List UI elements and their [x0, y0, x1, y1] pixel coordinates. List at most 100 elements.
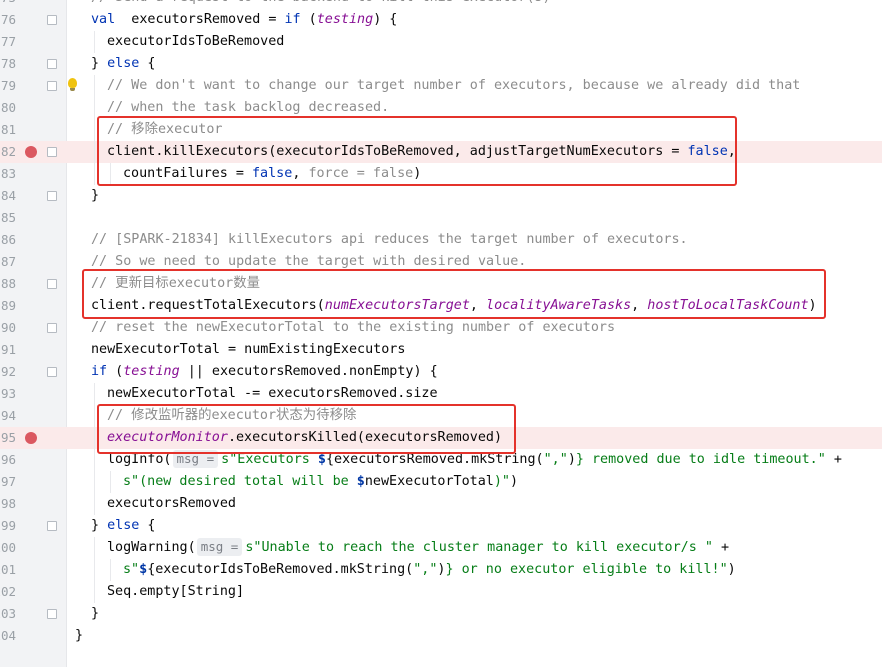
line-number: 83 — [0, 166, 16, 181]
indent-guide — [94, 405, 95, 427]
parameter-hint: msg = — [196, 538, 243, 556]
code-line[interactable]: 91 newExecutorTotal = numExistingExecutor… — [0, 339, 882, 361]
code-line[interactable]: 97 s"(new desired total will be $newExecu… — [0, 471, 882, 493]
code-token: )" — [493, 474, 510, 489]
code-token: ( — [300, 12, 317, 27]
code-token: || executorsRemoved.nonEmpty) { — [179, 364, 438, 379]
code-token: val — [91, 12, 116, 27]
code-line[interactable]: 86 // [SPARK-21834] killExecutors api red… — [0, 229, 882, 251]
fold-marker-icon[interactable] — [47, 59, 57, 69]
code-token: executorsRemoved — [107, 496, 236, 511]
indent-guide — [94, 581, 95, 603]
code-line[interactable]: 85 — [0, 207, 882, 229]
fold-marker-icon[interactable] — [47, 81, 57, 91]
line-number: 84 — [0, 188, 16, 203]
code-token: if — [91, 364, 108, 379]
code-editor[interactable]: 75 // Send a request to the backend to ki… — [0, 0, 882, 667]
code-line[interactable]: 98 executorsRemoved — [0, 493, 882, 515]
code-token: ) — [567, 452, 576, 467]
code-line[interactable]: 75 // Send a request to the backend to ki… — [0, 0, 882, 9]
code-token: + — [825, 452, 842, 467]
code-line[interactable]: 92 if (testing || executorsRemoved.nonEmp… — [0, 361, 882, 383]
fold-marker-icon[interactable] — [47, 323, 57, 333]
code-token: // [SPARK-21834] killExecutors api reduc… — [91, 232, 688, 247]
code-token: { — [139, 518, 156, 533]
code-text: } — [75, 625, 83, 647]
code-token: testing — [316, 12, 374, 27]
line-number: 103 — [0, 606, 16, 621]
indent-guide — [94, 97, 95, 119]
line-number: 87 — [0, 254, 16, 269]
fold-marker-icon[interactable] — [47, 147, 57, 157]
fold-marker-icon[interactable] — [47, 279, 57, 289]
line-number: 89 — [0, 298, 16, 313]
code-text: if (testing || executorsRemoved.nonEmpty… — [91, 361, 438, 383]
code-line[interactable]: 100 logWarning(msg =s"Unable to reach the… — [0, 537, 882, 559]
line-number: 78 — [0, 56, 16, 71]
indent-guide — [94, 559, 95, 581]
code-token: } — [75, 628, 84, 643]
code-token: if — [284, 12, 301, 27]
line-number: 100 — [0, 540, 16, 555]
code-line[interactable]: 99 } else { — [0, 515, 882, 537]
code-line[interactable]: 76 val executorsRemoved = if (testing) { — [0, 9, 882, 31]
code-text: executorIdsToBeRemoved — [107, 31, 284, 53]
code-token: } or no executor eligible to kill!" — [445, 562, 728, 577]
indent-guide — [94, 383, 95, 405]
line-number: 92 — [0, 364, 16, 379]
indent-guide — [94, 427, 95, 449]
code-token: {executorsRemoved.mkString( — [325, 452, 544, 467]
line-number: 75 — [0, 0, 16, 9]
code-token: newExecutorTotal -= executorsRemoved.siz… — [107, 386, 438, 401]
indent-guide — [94, 471, 95, 493]
line-number: 98 — [0, 496, 16, 511]
code-token: } — [91, 606, 100, 621]
code-token: $ — [356, 474, 365, 489]
code-line[interactable]: 78 } else { — [0, 53, 882, 75]
indent-guide — [94, 141, 95, 163]
code-token: // We don't want to change our target nu… — [107, 78, 801, 93]
code-line[interactable]: 93 newExecutorTotal -= executorsRemoved.s… — [0, 383, 882, 405]
code-line[interactable]: 90 // reset the newExecutorTotal to the e… — [0, 317, 882, 339]
lightbulb-icon[interactable] — [68, 78, 77, 91]
code-text: // reset the newExecutorTotal to the exi… — [91, 317, 615, 339]
line-number: 90 — [0, 320, 16, 335]
line-number: 82 — [0, 144, 16, 159]
code-token: ( — [107, 364, 124, 379]
indent-guide — [94, 75, 95, 97]
code-line[interactable]: 79 // We don't want to change our target … — [0, 75, 882, 97]
code-line[interactable]: 84} — [0, 185, 882, 207]
fold-marker-icon[interactable] — [47, 609, 57, 619]
code-comment: // Send a request to the backend to kill… — [91, 0, 551, 9]
fold-marker-icon[interactable] — [47, 15, 57, 25]
fold-marker-icon[interactable] — [47, 367, 57, 377]
code-text: } else { — [91, 515, 156, 537]
line-number: 85 — [0, 210, 16, 225]
fold-marker-icon[interactable] — [47, 191, 57, 201]
code-token: + — [712, 540, 730, 555]
code-token: {executorIdsToBeRemoved.mkString( — [147, 562, 414, 577]
code-line[interactable]: 101 s"${executorIdsToBeRemoved.mkString("… — [0, 559, 882, 581]
line-number: 97 — [0, 474, 16, 489]
code-token: s"Unable to reach the cluster manager to… — [245, 540, 713, 555]
code-line[interactable]: 102 Seq.empty[String] — [0, 581, 882, 603]
line-number: 99 — [0, 518, 16, 533]
code-token: newExecutorTotal — [364, 474, 494, 489]
code-line[interactable]: 104} — [0, 625, 882, 647]
code-token: // So we need to update the target with … — [91, 254, 527, 269]
line-number: 76 — [0, 12, 16, 27]
code-line[interactable]: 103} — [0, 603, 882, 625]
breakpoint-icon[interactable] — [25, 146, 37, 158]
code-line[interactable]: 77 executorIdsToBeRemoved — [0, 31, 882, 53]
code-text: val executorsRemoved = if (testing) { — [91, 9, 397, 31]
line-number: 104 — [0, 628, 16, 643]
indent-guide — [94, 537, 95, 559]
code-token: logInfo( — [107, 452, 172, 467]
indent-guide — [94, 119, 95, 141]
line-number: 96 — [0, 452, 16, 467]
code-text: } else { — [91, 53, 156, 75]
line-number: 95 — [0, 430, 16, 445]
code-text: newExecutorTotal = numExistingExecutors — [91, 339, 405, 361]
breakpoint-icon[interactable] — [25, 432, 37, 444]
fold-marker-icon[interactable] — [47, 521, 57, 531]
